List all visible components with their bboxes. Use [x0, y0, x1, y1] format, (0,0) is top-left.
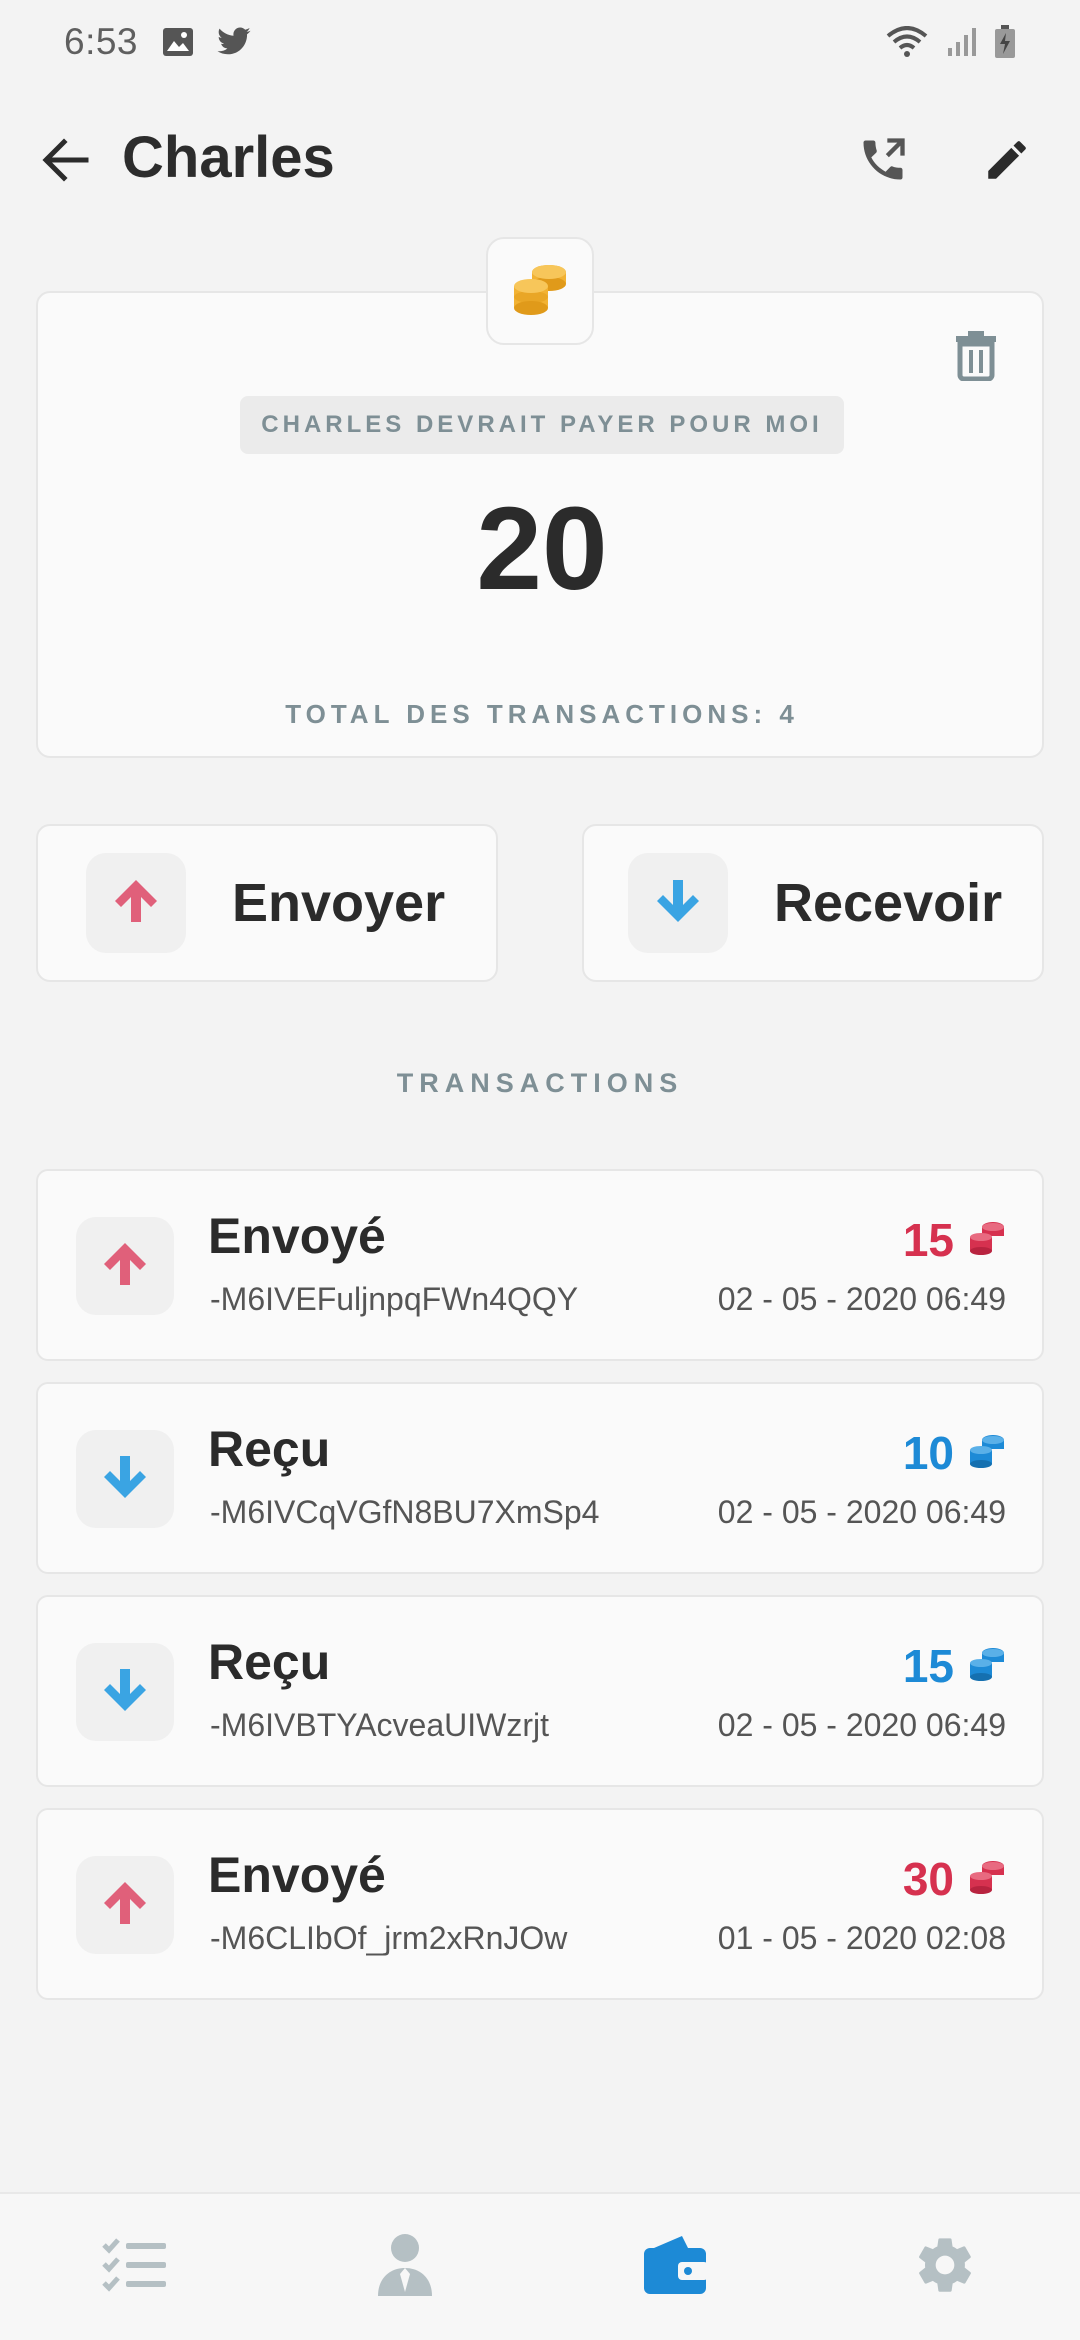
transaction-icon-box — [76, 1217, 174, 1315]
nav-item-contacts[interactable] — [270, 2194, 540, 2340]
transaction-amount-group: 10 — [903, 1426, 1006, 1480]
person-icon — [376, 2232, 434, 2303]
transaction-type: Reçu — [208, 1634, 331, 1690]
coins-icon — [968, 1646, 1006, 1687]
arrow-down-icon — [98, 1663, 152, 1722]
transaction-row[interactable]: Envoyé -M6IVEFuljnpqFWn4QQY 15 02 - 05 -… — [36, 1169, 1044, 1361]
battery-icon — [994, 25, 1016, 59]
page-title: Charles — [122, 125, 335, 190]
transaction-icon-box — [76, 1856, 174, 1954]
balance-status-pill: CHARLES DEVRAIT PAYER POUR MOI — [240, 396, 844, 454]
coins-icon — [968, 1220, 1006, 1261]
edit-button[interactable] — [972, 132, 1042, 192]
transaction-id: -M6IVCqVGfN8BU7XmSp4 — [210, 1494, 600, 1530]
nav-item-wallet[interactable] — [540, 2194, 810, 2340]
receive-icon-box — [628, 853, 728, 953]
receive-label: Recevoir — [774, 873, 1003, 933]
status-notification-icons — [162, 27, 252, 57]
send-icon-box — [86, 853, 186, 953]
coins-icon — [968, 1433, 1006, 1474]
transaction-amount: 30 — [902, 1853, 954, 1905]
transaction-row[interactable]: Reçu -M6IVBTYAcveaUIWzrjt 15 02 - 05 - 2… — [36, 1595, 1044, 1787]
balance-amount: 20 — [476, 483, 608, 615]
transaction-amount-group: 15 — [903, 1639, 1006, 1693]
transaction-id: -M6IVEFuljnpqFWn4QQY — [210, 1281, 579, 1317]
balance-card: CHARLES DEVRAIT PAYER POUR MOI 20 TOTAL … — [36, 291, 1044, 758]
transaction-icon-box — [76, 1643, 174, 1741]
arrow-up-icon — [98, 1876, 152, 1935]
transaction-date: 02 - 05 - 2020 06:49 — [717, 1494, 1006, 1530]
arrow-up-icon — [109, 874, 163, 933]
arrow-down-icon — [98, 1450, 152, 1509]
arrow-left-icon — [42, 137, 90, 187]
status-system-icons — [886, 25, 1016, 59]
transaction-date: 02 - 05 - 2020 06:49 — [717, 1707, 1006, 1743]
coins-icon — [968, 1859, 1006, 1900]
transaction-id: -M6CLIbOf_jrm2xRnJOw — [210, 1920, 568, 1956]
bottom-nav — [0, 2192, 1080, 2340]
transaction-amount-group: 15 — [903, 1213, 1006, 1267]
transaction-date: 02 - 05 - 2020 06:49 — [717, 1281, 1006, 1317]
app-bar: Charles — [0, 110, 1080, 214]
coin-badge — [486, 237, 594, 345]
transactions-heading: TRANSACTIONS — [396, 1068, 684, 1098]
nav-item-settings[interactable] — [810, 2194, 1080, 2340]
back-button[interactable] — [32, 132, 100, 192]
image-icon — [162, 27, 194, 57]
pencil-icon — [982, 135, 1032, 190]
call-button[interactable] — [848, 132, 918, 192]
transaction-amount: 15 — [902, 1214, 954, 1266]
wallet-icon — [642, 2234, 708, 2301]
twitter-icon — [216, 27, 252, 57]
transaction-total: TOTAL DES TRANSACTIONS: 4 — [285, 699, 799, 729]
coins-icon — [511, 262, 569, 321]
nav-item-tasks[interactable] — [0, 2194, 270, 2340]
arrow-up-icon — [98, 1237, 152, 1296]
phone-forward-icon — [857, 134, 909, 191]
transaction-type: Envoyé — [208, 1847, 386, 1903]
trash-icon — [954, 329, 998, 386]
transaction-type: Envoyé — [208, 1208, 386, 1264]
gear-icon — [913, 2233, 977, 2302]
transaction-amount: 10 — [902, 1427, 954, 1479]
arrow-down-icon — [651, 874, 705, 933]
transaction-amount-group: 30 — [903, 1852, 1006, 1906]
signal-icon — [946, 26, 976, 58]
send-label: Envoyer — [232, 873, 446, 933]
send-button[interactable]: Envoyer — [36, 824, 498, 982]
receive-button[interactable]: Recevoir — [582, 824, 1044, 982]
transaction-amount: 15 — [902, 1640, 954, 1692]
transaction-id: -M6IVBTYAcveaUIWzrjt — [210, 1707, 549, 1743]
delete-button[interactable] — [948, 327, 1004, 387]
transaction-date: 01 - 05 - 2020 02:08 — [717, 1920, 1006, 1956]
transaction-row[interactable]: Reçu -M6IVCqVGfN8BU7XmSp4 10 02 - 05 - 2… — [36, 1382, 1044, 1574]
wifi-icon — [886, 26, 928, 58]
status-time: 6:53 — [64, 21, 139, 62]
transaction-icon-box — [76, 1430, 174, 1528]
checklist-icon — [102, 2237, 168, 2298]
transaction-type: Reçu — [208, 1421, 331, 1477]
transaction-row[interactable]: Envoyé -M6CLIbOf_jrm2xRnJOw 30 01 - 05 -… — [36, 1808, 1044, 2000]
status-bar: 6:53 — [0, 0, 1080, 84]
